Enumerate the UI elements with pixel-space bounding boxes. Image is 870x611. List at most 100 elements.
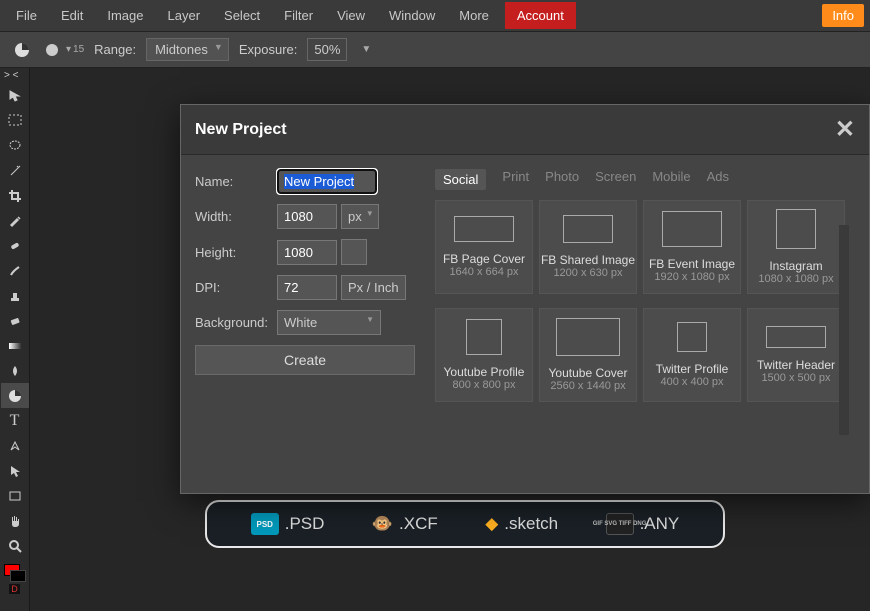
brush-size-picker[interactable]: ▾ 15 [44, 42, 84, 58]
gradient-tool-icon[interactable] [1, 333, 29, 358]
menu-image[interactable]: Image [95, 2, 155, 29]
lasso-tool-icon[interactable] [1, 133, 29, 158]
preset-label: Twitter Profile [656, 362, 729, 376]
tool-indicator-icon [10, 38, 34, 62]
preset-item[interactable]: Twitter Profile400 x 400 px [643, 308, 741, 402]
tab-mobile[interactable]: Mobile [652, 169, 690, 190]
background-label: Background: [195, 315, 277, 330]
preset-thumb [662, 211, 722, 247]
tab-photo[interactable]: Photo [545, 169, 579, 190]
name-input[interactable] [277, 169, 377, 194]
tool-palette: > < T D [0, 68, 30, 611]
preset-item[interactable]: FB Page Cover1640 x 664 px [435, 200, 533, 294]
preset-thumb [766, 326, 826, 348]
exposure-chevron-icon[interactable]: ▼ [361, 44, 371, 55]
menu-edit[interactable]: Edit [49, 2, 95, 29]
color-swatches[interactable] [4, 564, 26, 582]
preset-thumb [556, 318, 620, 356]
options-bar: ▾ 15 Range: Midtones Exposure: 50% ▼ [0, 32, 870, 68]
tab-ads[interactable]: Ads [707, 169, 729, 190]
preset-item[interactable]: FB Event Image1920 x 1080 px [643, 200, 741, 294]
create-button[interactable]: Create [195, 345, 415, 375]
tab-print[interactable]: Print [502, 169, 529, 190]
aspect-lock-icon[interactable] [341, 239, 367, 265]
blur-tool-icon[interactable] [1, 358, 29, 383]
wand-tool-icon[interactable] [1, 158, 29, 183]
preset-item[interactable]: FB Shared Image1200 x 630 px [539, 200, 637, 294]
document-tabs[interactable]: > < [0, 70, 29, 83]
path-select-tool-icon[interactable] [1, 458, 29, 483]
tab-screen[interactable]: Screen [595, 169, 636, 190]
preset-item[interactable]: Youtube Profile800 x 800 px [435, 308, 533, 402]
preset-label: Youtube Profile [444, 365, 525, 379]
preset-tabs: Social Print Photo Screen Mobile Ads [435, 169, 855, 190]
width-input[interactable] [277, 204, 337, 229]
background-select[interactable]: White [277, 310, 381, 335]
preset-label: FB Event Image [649, 257, 735, 271]
sketch-diamond-icon: ◆ [485, 514, 498, 534]
preset-label: Youtube Cover [549, 366, 628, 380]
height-label: Height: [195, 245, 277, 260]
eraser-tool-icon[interactable] [1, 308, 29, 333]
brush-tool-icon[interactable] [1, 258, 29, 283]
zoom-tool-icon[interactable] [1, 533, 29, 558]
menu-more[interactable]: More [447, 2, 501, 29]
marquee-tool-icon[interactable] [1, 108, 29, 133]
menu-layer[interactable]: Layer [156, 2, 213, 29]
menu-account[interactable]: Account [505, 2, 576, 29]
preset-thumb [466, 319, 502, 355]
xcf-label: .XCF [399, 514, 438, 534]
new-project-dialog: New Project ✕ Name: Width:px Height: DPI… [180, 104, 870, 494]
psd-label: .PSD [285, 514, 325, 534]
supported-formats-strip: PSD.PSD 🐵.XCF ◆.sketch GIF SVG TIFF DNG.… [205, 500, 725, 548]
preset-dimensions: 400 x 400 px [661, 376, 724, 388]
menu-select[interactable]: Select [212, 2, 272, 29]
preset-label: FB Page Cover [443, 252, 525, 266]
preset-dimensions: 1640 x 664 px [449, 266, 518, 278]
width-unit-select[interactable]: px [341, 204, 379, 229]
dpi-input[interactable] [277, 275, 337, 300]
preset-label: Twitter Header [757, 358, 835, 372]
height-input[interactable] [277, 240, 337, 265]
preset-dimensions: 1500 x 500 px [761, 372, 830, 384]
hand-tool-icon[interactable] [1, 508, 29, 533]
preset-label: FB Shared Image [541, 253, 635, 267]
exposure-value[interactable]: 50% [307, 38, 347, 61]
info-button[interactable]: Info [822, 4, 864, 27]
swatch-d-label: D [9, 584, 20, 594]
preset-dimensions: 800 x 800 px [453, 379, 516, 391]
range-select[interactable]: Midtones [146, 38, 229, 61]
preset-label: Instagram [769, 259, 822, 273]
pen-tool-icon[interactable] [1, 433, 29, 458]
dodge-tool-icon[interactable] [1, 383, 29, 408]
preset-dimensions: 2560 x 1440 px [550, 380, 625, 392]
menu-filter[interactable]: Filter [272, 2, 325, 29]
move-tool-icon[interactable] [1, 83, 29, 108]
stamp-tool-icon[interactable] [1, 283, 29, 308]
canvas-area: PSD.PSD 🐵.XCF ◆.sketch GIF SVG TIFF DNG.… [30, 68, 870, 611]
preset-thumb [563, 215, 613, 243]
preset-dimensions: 1920 x 1080 px [654, 271, 729, 283]
preset-dimensions: 1200 x 630 px [553, 267, 622, 279]
scrollbar[interactable] [839, 225, 849, 435]
preset-item[interactable]: Instagram1080 x 1080 px [747, 200, 845, 294]
menubar: File Edit Image Layer Select Filter View… [0, 0, 870, 32]
dpi-unit: Px / Inch [341, 275, 406, 300]
preset-item[interactable]: Twitter Header1500 x 500 px [747, 308, 845, 402]
exposure-label: Exposure: [239, 42, 298, 57]
text-tool-icon[interactable]: T [1, 408, 29, 433]
any-badge-icon: GIF SVG TIFF DNG [606, 513, 634, 535]
heal-tool-icon[interactable] [1, 233, 29, 258]
menu-file[interactable]: File [4, 2, 49, 29]
name-label: Name: [195, 174, 277, 189]
crop-tool-icon[interactable] [1, 183, 29, 208]
shape-tool-icon[interactable] [1, 483, 29, 508]
close-icon[interactable]: ✕ [835, 115, 855, 144]
menu-window[interactable]: Window [377, 2, 447, 29]
menu-view[interactable]: View [325, 2, 377, 29]
eyedropper-tool-icon[interactable] [1, 208, 29, 233]
tab-social[interactable]: Social [435, 169, 486, 190]
preset-item[interactable]: Youtube Cover2560 x 1440 px [539, 308, 637, 402]
width-label: Width: [195, 209, 277, 224]
preset-thumb [677, 322, 707, 352]
